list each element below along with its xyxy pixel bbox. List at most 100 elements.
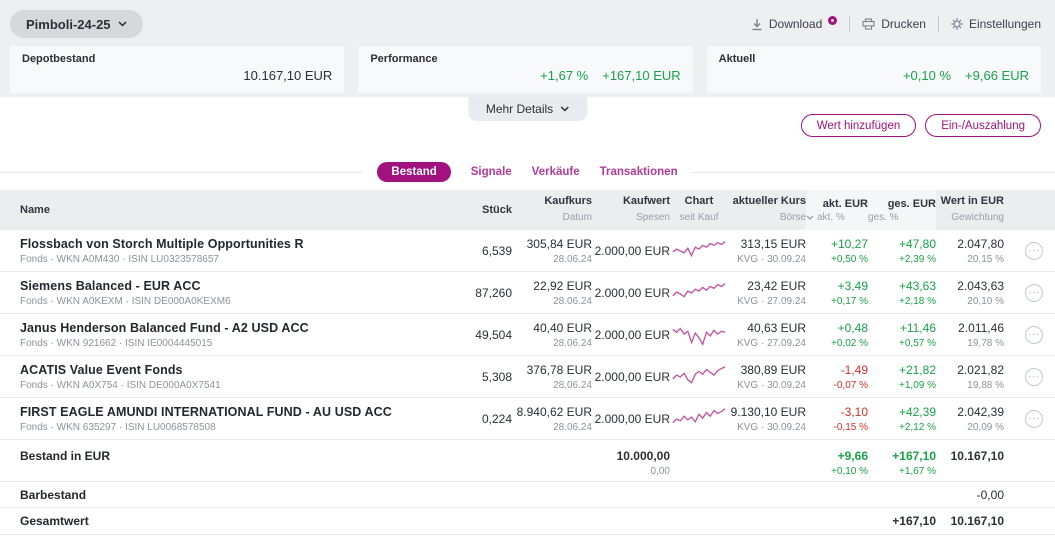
performance-card-label: Performance [370, 53, 438, 65]
stueck-value: 87,260 [475, 285, 512, 300]
depot-card-label: Depotbestand [22, 53, 96, 65]
settings-label: Einstellungen [968, 17, 1041, 31]
col-wert[interactable]: Wert in EUR Gewichtung [936, 195, 1004, 225]
ges-cell: +43,63 +2,18 % [898, 278, 936, 307]
toolbar-links: Download Drucken Einstellungen [751, 15, 1041, 32]
print-button[interactable]: Drucken [862, 17, 926, 31]
footer-barbestand-label: Barbestand [20, 487, 87, 502]
sparkline-chart[interactable] [670, 238, 728, 264]
kaufkurs-cell: 305,84 EUR 28.06.24 [526, 236, 592, 265]
more-details-label: Mehr Details [485, 102, 554, 116]
divider [937, 16, 939, 32]
download-badge [828, 15, 838, 25]
fund-meta: Fonds · WKN 921662 · ISIN IE0004445015 [20, 337, 213, 349]
kaufwert-value: 2.000,00 EUR [594, 327, 670, 342]
tab-signale[interactable]: Signale [471, 166, 512, 178]
fund-name[interactable]: Janus Henderson Balanced Fund - A2 USD A… [20, 321, 455, 335]
wert-cell: 2.043,63 20,10 % [957, 278, 1004, 307]
col-stueck[interactable]: Stück [455, 204, 512, 216]
wert-cell: 2.011,46 19,78 % [958, 320, 1004, 349]
sparkline-chart[interactable] [670, 406, 728, 432]
performance-value: +167,10 EUR [602, 68, 681, 83]
fund-meta: Fonds · WKN 635297 · ISIN LU0068578508 [20, 421, 216, 433]
col-name[interactable]: Name [20, 204, 455, 216]
wert-cell: 2.047,80 20,15 % [957, 236, 1004, 265]
more-details-button[interactable]: Mehr Details [467, 97, 588, 121]
settings-button[interactable]: Einstellungen [951, 17, 1041, 31]
row-menu-button[interactable]: ··· [1025, 283, 1043, 302]
col-kaufkurs[interactable]: Kaufkurs Datum [512, 195, 592, 225]
aktuell-value: +9,66 EUR [965, 68, 1029, 83]
stueck-value: 0,224 [481, 411, 512, 426]
depot-card-value: 10.167,10 EUR [243, 68, 333, 83]
akt-cell: -1,49 -0,07 % [833, 362, 868, 391]
tab-bestand[interactable]: Bestand [377, 162, 451, 182]
akt-cell: -3,10 -0,15 % [833, 404, 868, 433]
row-menu-button[interactable]: ··· [1025, 241, 1043, 260]
performance-percent: +1,67 % [540, 68, 589, 83]
footer-bestand-row: Bestand in EUR 10.000,00 0,00 +9,66 +0,1… [0, 440, 1055, 482]
kaufwert-value: 2.000,00 EUR [594, 411, 670, 426]
sub-header: Mehr Details Wert hinzufügen Ein-/Auszah… [0, 97, 1055, 157]
fund-name[interactable]: FIRST EAGLE AMUNDI INTERNATIONAL FUND - … [20, 405, 455, 419]
stueck-value: 49,504 [475, 327, 512, 342]
col-kurs[interactable]: aktueller Kurs Börse [728, 195, 806, 225]
kaufkurs-cell: 40,40 EUR 28.06.24 [533, 320, 592, 349]
tab-verkaeufe[interactable]: Verkäufe [532, 166, 580, 178]
sort-chevron-icon[interactable] [806, 215, 814, 220]
footer-gesamtwert-ges: +167,10 [892, 514, 936, 528]
aktuell-card: Aktuell +0,10 % +9,66 EUR [706, 46, 1041, 93]
col-kaufwert[interactable]: Kaufwert Spesen [592, 195, 670, 225]
wert-cell: 2.021,82 19,88 % [957, 362, 1004, 391]
fund-name[interactable]: ACATIS Value Event Fonds [20, 363, 455, 377]
portfolio-selector[interactable]: Pimboli-24-25 [10, 10, 143, 38]
col-chart: Chart seit Kauf [679, 195, 719, 223]
sparkline-chart[interactable] [670, 364, 728, 390]
kaufkurs-cell: 8.940,62 EUR 28.06.24 [516, 404, 592, 433]
akt-cell: +10,27 +0,50 % [830, 236, 868, 265]
table-header: Name Stück Kaufkurs Datum Kaufwert Spese… [0, 190, 1055, 230]
tab-transaktionen[interactable]: Transaktionen [600, 166, 678, 178]
table-row: FIRST EAGLE AMUNDI INTERNATIONAL FUND - … [0, 398, 1055, 440]
top-strip: Pimboli-24-25 Download Drucken Einstellu… [0, 0, 1055, 97]
action-buttons: Wert hinzufügen Ein-/Auszahlung [800, 114, 1041, 137]
download-icon [751, 18, 763, 31]
kaufkurs-cell: 22,92 EUR 28.06.24 [533, 278, 592, 307]
add-value-button[interactable]: Wert hinzufügen [800, 114, 917, 137]
col-akt-eur[interactable]: akt. EUR akt. % [806, 190, 868, 230]
depot-page: Pimboli-24-25 Download Drucken Einstellu… [0, 0, 1055, 537]
fund-name[interactable]: Siemens Balanced - EUR ACC [20, 279, 455, 293]
row-menu-button[interactable]: ··· [1025, 409, 1043, 428]
footer-bestand-label: Bestand in EUR [20, 449, 111, 463]
ges-cell: +47,80 +2,39 % [898, 236, 936, 265]
aktuell-card-label: Aktuell [718, 53, 756, 65]
fund-name[interactable]: Flossbach von Storch Multiple Opportunit… [20, 237, 455, 251]
col-ges-eur[interactable]: ges. EUR ges. % [868, 190, 936, 230]
kurs-cell: 9.130,10 EUR KVG · 30.09.24 [730, 404, 806, 433]
sparkline-chart[interactable] [670, 322, 728, 348]
sparkline-chart[interactable] [670, 280, 728, 306]
pay-in-out-button[interactable]: Ein-/Auszahlung [925, 114, 1041, 137]
download-button[interactable]: Download [751, 15, 838, 31]
kaufkurs-cell: 376,78 EUR 28.06.24 [526, 362, 592, 391]
row-menu-button[interactable]: ··· [1025, 325, 1043, 344]
print-label: Drucken [881, 17, 926, 31]
footer-akt-cell: +9,66 +0,10 % [831, 449, 868, 477]
akt-cell: +3,49 +0,17 % [831, 278, 868, 307]
footer-gesamtwert-row: Gesamtwert +167,10 10.167,10 [0, 508, 1055, 535]
summary-cards: Depotbestand 10.167,10 EUR Performance +… [0, 40, 1055, 93]
kurs-cell: 40,63 EUR KVG · 27.09.24 [737, 320, 806, 349]
depot-card: Depotbestand 10.167,10 EUR [10, 46, 345, 93]
fund-meta: Fonds · WKN A0KEXM · ISIN DE000A0KEXM6 [20, 295, 231, 307]
chevron-down-icon [118, 21, 127, 27]
footer-wert-value: 10.167,10 [950, 449, 1004, 463]
ges-cell: +21,82 +1,09 % [898, 362, 936, 391]
row-menu-button[interactable]: ··· [1025, 367, 1043, 386]
footer-barbestand-value: -0,00 [976, 487, 1004, 502]
fund-meta: Fonds · WKN A0X754 · ISIN DE000A0X7541 [20, 379, 221, 391]
aktuell-percent: +0,10 % [902, 68, 952, 83]
kaufwert-value: 2.000,00 EUR [594, 243, 670, 258]
stueck-value: 6,539 [481, 243, 512, 258]
stueck-value: 5,308 [481, 369, 512, 384]
kurs-cell: 313,15 EUR KVG · 30.09.24 [737, 236, 806, 265]
